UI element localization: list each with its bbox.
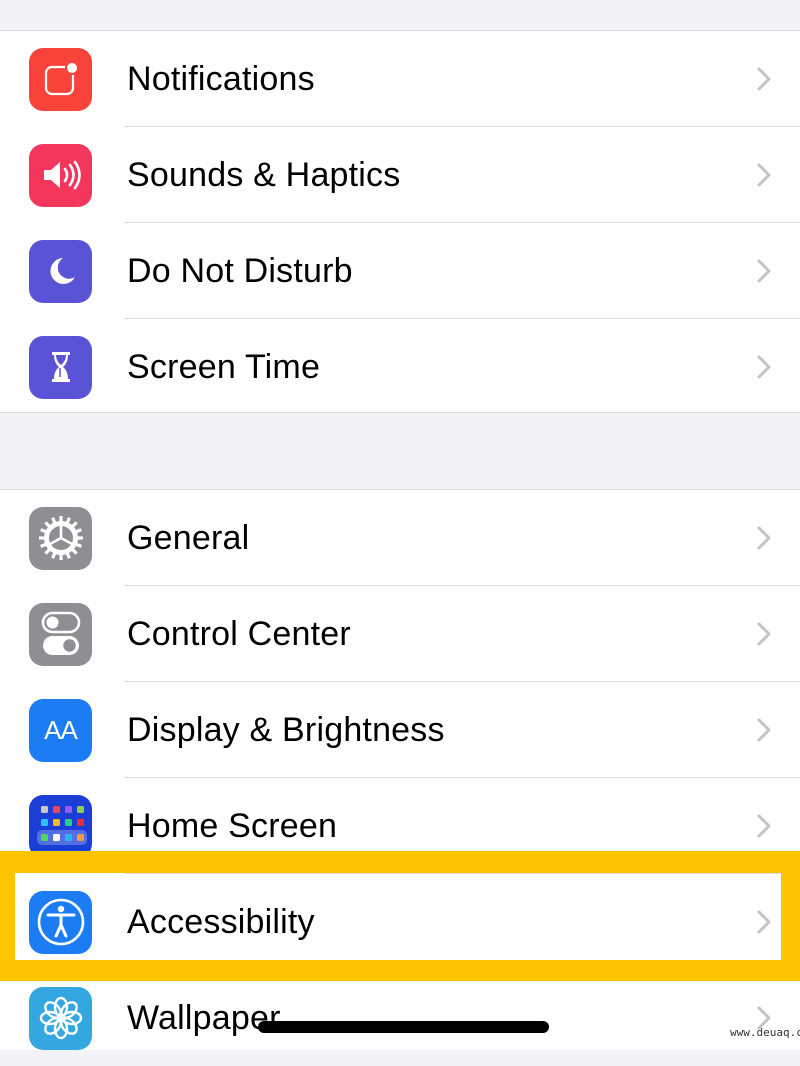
settings-row-general[interactable]: General: [0, 490, 800, 586]
settings-row-label: Do Not Disturb: [127, 251, 353, 290]
settings-row-wallpaper[interactable]: Wallpaper: [0, 970, 800, 1066]
settings-row-home-screen[interactable]: Home Screen: [0, 778, 800, 874]
settings-group-2: General Control Center AA Display & Brig…: [0, 489, 800, 1050]
watermark-text: www.deuaq.com: [730, 1026, 800, 1039]
settings-group-1: Notifications Sounds & Haptics Do Not Di…: [0, 31, 800, 413]
chevron-right-icon: [757, 67, 771, 91]
home-indicator-bar[interactable]: [258, 1021, 549, 1033]
chevron-right-icon: [757, 259, 771, 283]
settings-row-label: General: [127, 518, 250, 557]
chevron-right-icon: [757, 355, 771, 379]
settings-row-label: Accessibility: [127, 902, 315, 941]
settings-row-label: Notifications: [127, 59, 315, 98]
chevron-right-icon: [757, 622, 771, 646]
speaker-icon: [29, 143, 92, 207]
settings-row-label: Control Center: [127, 614, 351, 653]
chevron-right-icon: [757, 163, 771, 187]
settings-row-display-brightness[interactable]: AA Display & Brightness: [0, 682, 800, 778]
home-screen-grid-icon: [29, 794, 92, 858]
settings-row-label: Wallpaper: [127, 998, 281, 1037]
settings-row-accessibility[interactable]: Accessibility: [0, 874, 800, 970]
chevron-right-icon: [757, 910, 771, 934]
text-size-glyph: AA: [44, 714, 78, 745]
text-size-icon: AA: [29, 698, 92, 762]
settings-row-control-center[interactable]: Control Center: [0, 586, 800, 682]
hourglass-icon: [29, 335, 92, 399]
chevron-right-icon: [757, 718, 771, 742]
chevron-right-icon: [757, 814, 771, 838]
chevron-right-icon: [757, 526, 771, 550]
accessibility-icon: [29, 890, 92, 954]
settings-row-notifications[interactable]: Notifications: [0, 31, 800, 127]
settings-row-do-not-disturb[interactable]: Do Not Disturb: [0, 223, 800, 319]
flower-icon: [29, 986, 92, 1050]
settings-row-label: Sounds & Haptics: [127, 155, 401, 194]
moon-icon: [29, 239, 92, 303]
settings-row-label: Display & Brightness: [127, 710, 445, 749]
settings-row-label: Screen Time: [127, 347, 321, 386]
notifications-icon: [29, 47, 92, 111]
settings-row-sounds-haptics[interactable]: Sounds & Haptics: [0, 127, 800, 223]
toggles-icon: [29, 602, 92, 666]
settings-row-label: Home Screen: [127, 806, 338, 845]
settings-row-screen-time[interactable]: Screen Time: [0, 319, 800, 415]
top-background-strip: [0, 0, 800, 31]
gear-icon: [29, 506, 92, 570]
